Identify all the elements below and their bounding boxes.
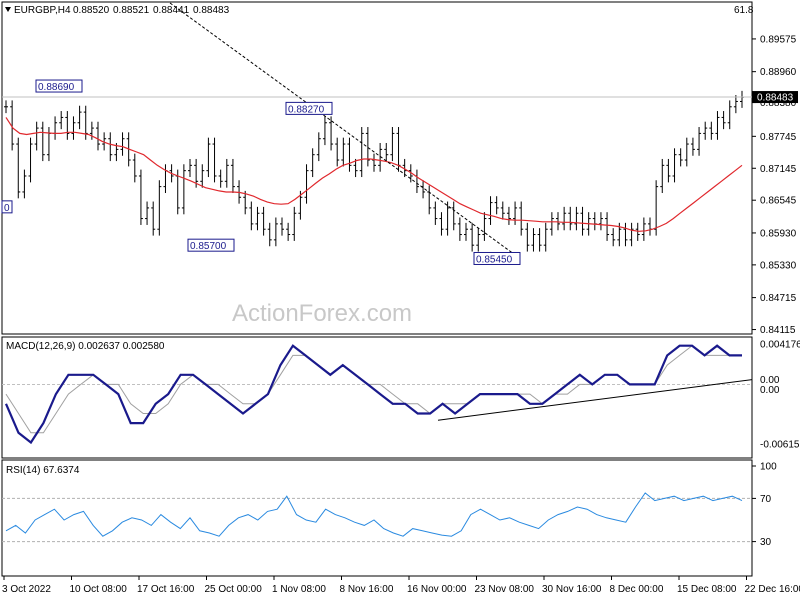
price-tick-label: 0.85330: [760, 260, 797, 271]
rsi-panel: RSI(14) 67.6374 100 70 30: [1, 459, 777, 577]
price-label-text: 0.85450: [476, 254, 513, 265]
fib-level-label: 61.8: [734, 5, 754, 16]
time-tick-label: 3 Oct 2022: [2, 584, 51, 595]
current-price-label: 0.88483: [757, 93, 794, 104]
time-tick-label: 8 Nov 16:00: [340, 584, 394, 595]
price-tick-label: 0.89575: [760, 34, 797, 45]
price-label-text: 0.88270: [288, 104, 325, 115]
watermark: ActionForex.com: [232, 300, 412, 327]
macd-panel: MACD(12,26,9) 0.002637 0.002580 0.004176…: [1, 336, 800, 459]
rsi-tick-label: 30: [760, 537, 772, 548]
symbol-label: EURGBP,H4: [14, 5, 71, 16]
time-tick-label: 17 Oct 16:00: [137, 584, 195, 595]
time-tick-label: 15 Dec 08:00: [677, 584, 737, 595]
price-label-text: 0: [4, 203, 10, 214]
price-label-text: 0.85700: [190, 241, 227, 252]
current-price-box: 0.88483: [752, 91, 798, 104]
price-tick-label: 0.87745: [760, 132, 797, 143]
open-value: 0.88520: [73, 5, 110, 16]
price-label-text: 0.88690: [38, 82, 75, 93]
macd-tick-label: -0.006151: [760, 439, 800, 450]
price-tick-label: 0.87145: [760, 164, 797, 175]
price-tick-label: 0.88960: [760, 67, 797, 78]
rsi-tick-label: 70: [760, 494, 772, 505]
price-tick-label: 0.84115: [760, 325, 796, 336]
time-tick-label: 10 Oct 08:00: [70, 584, 128, 595]
close-value: 0.88483: [193, 5, 230, 16]
price-tick-label: 0.85930: [760, 228, 797, 239]
time-tick-label: 16 Nov 00:00: [407, 584, 467, 595]
high-value: 0.88521: [113, 5, 150, 16]
low-value: 0.88441: [153, 5, 190, 16]
chart-canvas: ActionForex.com 0.895750.889600.884830.8…: [0, 0, 800, 600]
macd-tick-label: 0.004176: [760, 340, 800, 351]
rsi-title: RSI(14) 67.6374: [6, 465, 80, 476]
time-tick-label: 1 Nov 08:00: [272, 584, 326, 595]
time-tick-label: 8 Dec 00:00: [610, 584, 664, 595]
price-panel: ActionForex.com 0.895750.889600.884830.8…: [1, 1, 798, 336]
time-tick-label: 22 Dec 16:00: [745, 584, 800, 595]
macd-title: MACD(12,26,9) 0.002637 0.002580: [6, 341, 165, 352]
time-tick-label: 23 Nov 08:00: [475, 584, 535, 595]
price-tick-label: 0.84715: [760, 293, 797, 304]
time-tick-label: 30 Nov 16:00: [542, 584, 602, 595]
price-tick-label: 0.86545: [760, 196, 797, 207]
rsi-tick-label: 100: [760, 462, 777, 473]
time-tick-label: 25 Oct 00:00: [205, 584, 263, 595]
macd-tick-label: 0.00: [760, 385, 780, 396]
